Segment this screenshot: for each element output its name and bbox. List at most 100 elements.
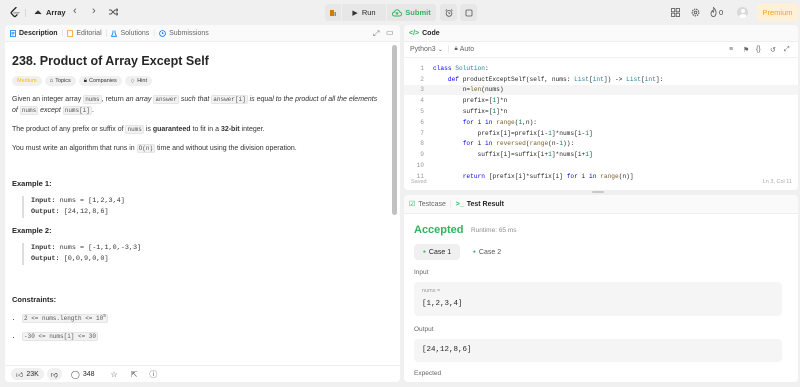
tab-test-result[interactable]: >_ Test Result [456,201,504,208]
result-status: Accepted [414,224,464,236]
star-icon[interactable]: ☆ [111,370,118,379]
code-icon: </> [409,29,420,37]
expected-label: Expected [414,370,442,377]
comment-icon: ◯ [70,369,80,379]
pass-dot: ● [472,249,476,255]
hint-button[interactable]: ♢ Hint [124,76,152,86]
editor-toolbar: Python3 ⌄ | 🔒︎ Auto ≡ ⚑ {} ↺ ⤢ [404,42,798,58]
case-2-button[interactable]: ● Case 2 [464,244,510,260]
reset-icon[interactable]: ↺ [770,46,776,54]
share-icon[interactable]: ⇱ [131,370,138,379]
constraint-item: 2 <= nums.length <= 105 [22,314,384,323]
code-tab-bar: </> Code [404,25,798,42]
code-line: 1 class Solution: [404,63,798,74]
difficulty-badge: Medium [12,76,42,86]
terminal-icon: >_ [455,200,464,208]
streak-fire-icon[interactable] [710,7,717,17]
format-icon[interactable]: ≡ [729,46,733,53]
description-content: 238. Product of Array Except Self Medium… [5,42,391,365]
panel-resize-handle[interactable] [592,191,604,193]
line-number: 5 [420,108,424,116]
debug-button[interactable] [325,4,341,21]
line-number: 7 [420,129,424,137]
statement-paragraph-2: The product of any prefix or suffix of n… [12,125,265,134]
notes-button[interactable] [460,4,477,21]
cursor-position: Ln 3, Col 11 [762,179,792,185]
line-number: 9 [420,151,424,159]
example-1: Example 1: Input: nums = [1,2,3,4] Outpu… [12,179,384,218]
tab-testcase[interactable]: ☑ Testcase [409,200,446,209]
topics-button[interactable]: ⌂ Topics [44,76,76,86]
code-text: suffix[i]=suffix[i+1]*nums[i+1] [433,151,593,159]
timer-button[interactable] [440,4,457,21]
settings-gear-icon[interactable] [691,8,700,17]
code-text: n=len(nums) [433,86,504,94]
lock-icon: 🔒︎ [454,46,458,52]
code-line: 4 prefix=[1]*n [404,95,798,106]
layout-grid-icon[interactable] [671,8,680,17]
flask-icon [111,30,118,37]
avatar[interactable] [737,7,748,18]
bookmark-icon[interactable]: ⚑ [743,46,749,54]
auto-mode[interactable]: 🔒︎ Auto [455,46,475,53]
problem-list-icon[interactable] [34,9,42,17]
statement-paragraph-1: Given an integer array nums, return an a… [12,95,378,115]
example-title: Example 2: [12,226,52,235]
tab-editorial[interactable]: Editorial [67,30,102,37]
play-icon: ▶ [352,9,358,17]
shuffle-icon[interactable] [109,8,118,16]
description-panel: Description | Editorial | Solutions | Su… [5,25,400,382]
code-text: def productExceptSelf(self, nums: List[i… [447,75,664,83]
debug-icon [330,9,336,16]
minimize-icon[interactable]: ▭ [386,28,394,37]
code-text: class Solution: [433,64,489,72]
expand-icon[interactable]: ⤢ [373,29,379,39]
lock-icon: 🔒︎ [83,77,87,84]
description-icon [10,29,16,37]
submit-button[interactable]: Submit [387,4,436,21]
line-number: 1 [420,64,424,72]
fullscreen-icon[interactable]: ⤢ [784,46,790,54]
thumbs-down-icon: 👎︎ [50,371,58,379]
tab-code[interactable]: </> Code [409,30,440,37]
companies-button[interactable]: 🔒︎ Companies [78,76,122,86]
line-number: 6 [420,118,424,126]
submit-label: Submit [405,8,431,17]
example-title: Example 1: [12,179,52,188]
description-scrollbar[interactable] [392,45,397,215]
cloud-upload-icon [392,8,403,16]
divider [25,9,26,17]
code-panel: </> Code Python3 ⌄ | 🔒︎ Auto ≡ ⚑ {} ↺ ⤢ 1 c… [404,25,798,190]
problem-list-title[interactable]: Array [46,8,66,17]
input-box: nums = [1,2,3,4] [414,282,782,316]
dislike-button[interactable]: 👎︎ [46,368,62,380]
output-box: [24,12,8,6] [414,339,782,362]
example-2: Example 2: Input: nums = [-1,1,0,-3,3] O… [12,226,384,265]
like-count: 23K [26,370,39,378]
line-number: 4 [420,97,424,105]
like-button[interactable]: 👍︎ 23K [11,368,44,380]
braces-icon[interactable]: {} [756,46,761,53]
code-editor[interactable]: 1 class Solution: 2 def productExceptSelf(… [404,62,798,182]
tab-submissions[interactable]: Submissions [159,30,209,37]
code-line: 11 return [prefix[i]*suffix[i] for i in … [404,171,798,182]
tab-description[interactable]: Description [10,30,58,37]
tab-solutions[interactable]: Solutions [111,30,149,37]
run-button[interactable]: ▶ Run [342,4,386,21]
checkbox-icon: ☑ [409,201,416,208]
premium-button[interactable]: Premium [757,4,798,21]
problem-tags: Medium ⌂ Topics 🔒︎ Companies ♢ Hint [12,76,384,86]
comment-count: 348 [82,370,95,378]
language-select[interactable]: Python3 ⌄ [410,46,443,53]
next-problem-icon[interactable]: › [92,5,96,17]
constraint-item: -30 <= nums[i] <= 30 [22,332,384,341]
output-value: [24,12,8,6] [422,346,472,354]
example-block: Input: nums = [1,2,3,4] Output: [24,12,8… [22,196,384,218]
run-label: Run [361,8,376,17]
leetcode-logo-icon[interactable] [10,7,20,18]
comments-button[interactable]: ◯ 348 [71,370,95,379]
prev-problem-icon[interactable]: ‹ [73,5,77,17]
help-icon[interactable]: ⓘ [149,369,157,380]
case-1-button[interactable]: ● Case 1 [414,244,460,260]
code-line: 8 for i in reversed(range(n-1)): [404,139,798,150]
